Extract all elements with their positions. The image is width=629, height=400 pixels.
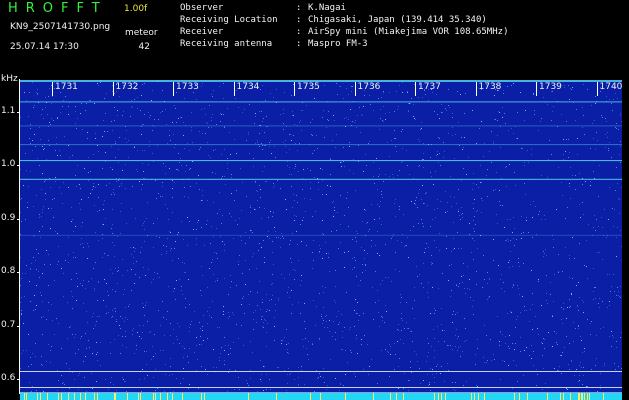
- info-row-antenna: Receiving antenna: Maspro FM-3: [180, 39, 368, 49]
- time-mark-line: [354, 82, 356, 96]
- y-tick-label: 0.7: [1, 319, 16, 330]
- info-row-receiver: Receiver: AirSpy mini (Miakejima VOR 108.…: [180, 27, 508, 37]
- info-value: Chigasaki, Japan (139.414 35.340): [308, 15, 487, 25]
- time-mark-line: [112, 82, 114, 96]
- hrofft-window: HROFFT 1.00f KN9_2507141730.png meteor 2…: [0, 0, 629, 400]
- info-key: Observer: [180, 3, 224, 13]
- time-mark-line: [173, 82, 174, 96]
- y-tick-mark: [17, 112, 20, 114]
- datetime-label: 25.07.14 17:30: [10, 42, 79, 52]
- axis-unit: kHz: [1, 74, 18, 84]
- info-separator: :: [296, 15, 302, 25]
- info-row-location: Receiving Location: Chigasaki, Japan (139…: [180, 15, 487, 25]
- y-tick-mark: [17, 218, 20, 220]
- time-mark-label: 1731: [55, 82, 78, 92]
- time-mark-label: 1734: [236, 82, 260, 92]
- meteor-label: meteor: [125, 28, 158, 38]
- time-mark-line: [415, 82, 416, 96]
- time-mark-line: [52, 82, 53, 96]
- y-tick-mark: [17, 378, 20, 380]
- time-mark-label: 1732: [115, 82, 139, 92]
- y-tick-label: 1.0: [1, 159, 16, 170]
- y-tick-mark: [17, 325, 20, 327]
- y-tick-label: 0.9: [1, 212, 16, 223]
- info-value: AirSpy mini (Miakejima VOR 108.65MHz): [308, 27, 509, 37]
- info-key: Receiving Location: [180, 15, 278, 25]
- time-mark-line: [233, 82, 235, 96]
- time-mark-line: [536, 82, 537, 96]
- time-mark-label: 1735: [297, 82, 320, 92]
- meteor-count: 42: [138, 42, 150, 52]
- frequency-axis-line: [19, 79, 20, 394]
- time-mark-label: 1737: [418, 82, 441, 92]
- time-mark-label: 1739: [539, 82, 562, 92]
- info-separator: :: [296, 3, 302, 13]
- y-tick-label: 1.1: [1, 106, 16, 117]
- time-mark-label: 1736: [357, 82, 381, 92]
- time-mark-label: 1738: [478, 82, 502, 92]
- filename-label: KN9_2507141730.png: [10, 22, 111, 32]
- spectrogram: [20, 80, 622, 395]
- y-tick-label: 0.6: [1, 372, 16, 383]
- info-separator: :: [296, 27, 302, 37]
- y-tick-label: 0.8: [1, 266, 16, 277]
- spectrogram-noise: [20, 80, 622, 395]
- time-mark-line: [596, 82, 598, 96]
- app-title: HROFFT: [8, 1, 108, 16]
- info-value: K.Nagai: [308, 3, 346, 13]
- time-mark-label: 1733: [176, 82, 199, 92]
- info-key: Receiving antenna: [180, 39, 273, 49]
- info-row-observer: Observer: K.Nagai: [180, 3, 346, 13]
- y-tick-mark: [17, 272, 20, 274]
- info-separator: :: [296, 39, 302, 49]
- time-mark-line: [294, 82, 295, 96]
- spectrogram-bottom-band: [20, 393, 622, 400]
- version-label: 1.00f: [124, 4, 148, 14]
- time-mark-label: 1740: [599, 82, 623, 92]
- info-key: Receiver: [180, 27, 224, 37]
- y-tick-mark: [17, 165, 20, 167]
- time-mark-line: [475, 82, 477, 96]
- info-value: Maspro FM-3: [308, 39, 368, 49]
